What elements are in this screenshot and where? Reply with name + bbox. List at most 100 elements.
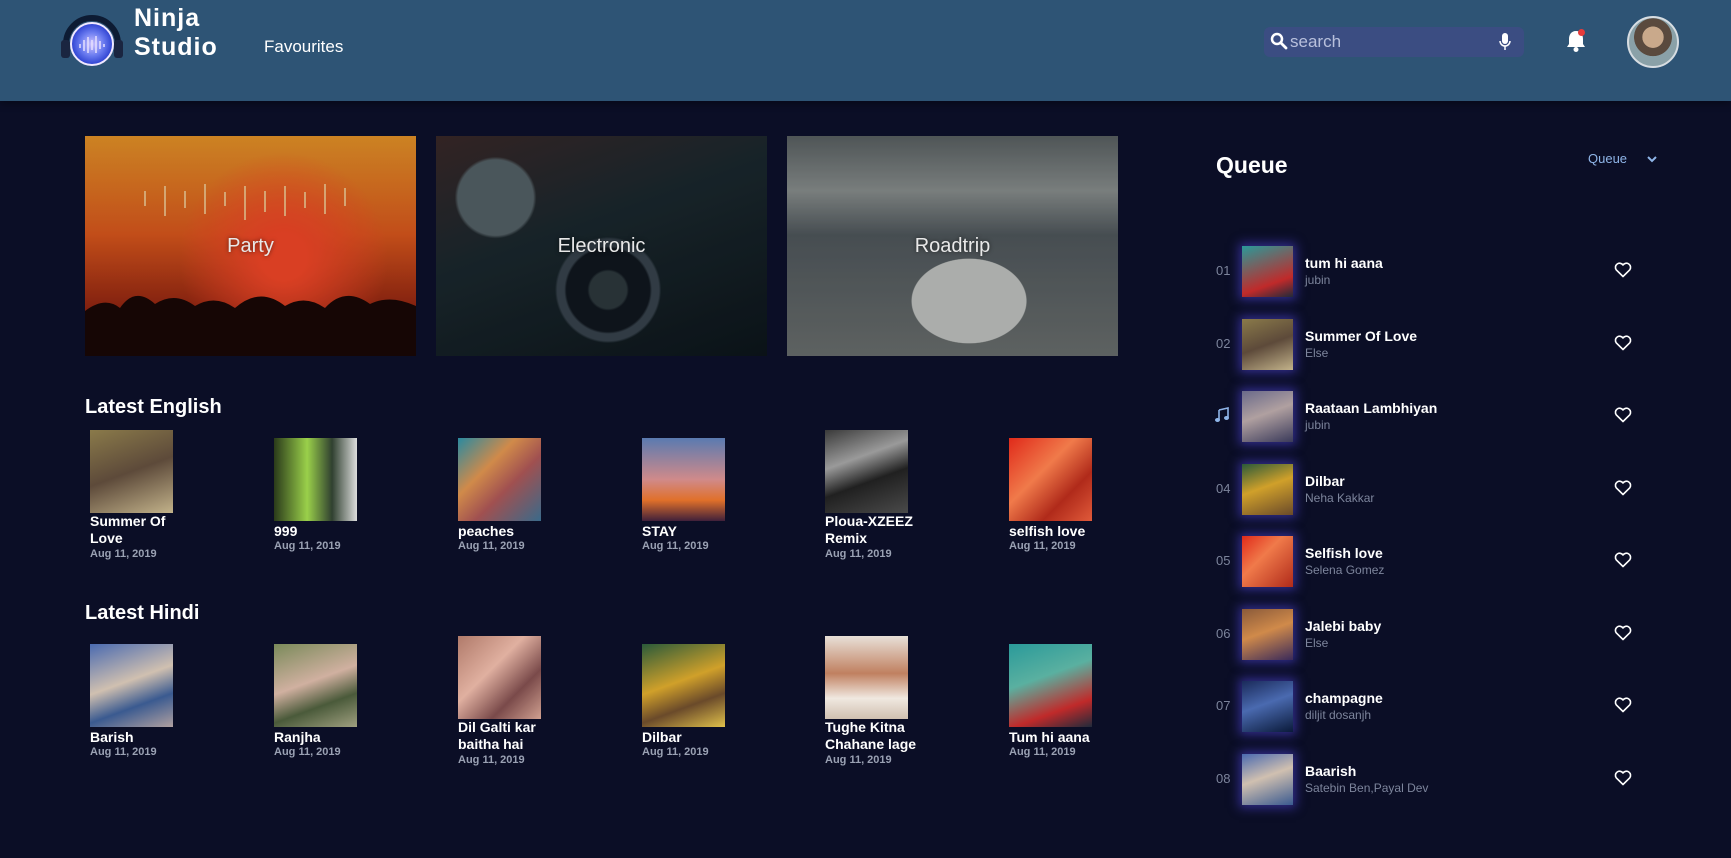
- queue-number: 08: [1216, 770, 1231, 786]
- music-note-icon: [1215, 407, 1229, 422]
- category-label: Party: [227, 234, 274, 257]
- search-icon: [1270, 32, 1288, 50]
- queue-song-title: Selfish love: [1305, 545, 1383, 561]
- heart-icon[interactable]: [1614, 552, 1632, 568]
- album-date: Aug 11, 2019: [90, 548, 157, 560]
- heart-icon[interactable]: [1614, 697, 1632, 713]
- queue-song-title: champagne: [1305, 690, 1383, 706]
- heart-icon[interactable]: [1614, 624, 1632, 641]
- album-title: 999: [274, 523, 298, 539]
- queue-song-title: tum hi aana: [1305, 255, 1383, 271]
- latest-english-heading: Latest English: [85, 396, 222, 418]
- album-title: Dilbar: [642, 729, 682, 745]
- heart-icon[interactable]: [1614, 407, 1632, 423]
- nav-favourites-link[interactable]: Favourites: [264, 37, 343, 57]
- queue-art: [1242, 608, 1293, 660]
- queue-row[interactable]: 06 Jalebi baby Else: [1214, 605, 1644, 665]
- album-art: [90, 644, 173, 727]
- album-art: [90, 430, 173, 513]
- brand-line-2: Studio: [134, 33, 218, 61]
- category-card-party[interactable]: Party: [85, 136, 416, 356]
- album-art: [274, 644, 357, 727]
- queue-art: [1242, 391, 1293, 442]
- queue-art: [1242, 463, 1293, 515]
- album-title: Dil Galti kar baitha hai: [458, 719, 536, 752]
- top-header: Ninja Studio Favourites: [0, 0, 1731, 101]
- album-art: [642, 644, 725, 727]
- user-avatar[interactable]: [1627, 16, 1679, 68]
- album-date: Aug 11, 2019: [1009, 540, 1076, 552]
- queue-artist: Satebin Ben,Payal Dev: [1305, 780, 1429, 795]
- queue-row[interactable]: 07 champagne diljit dosanjh: [1214, 677, 1644, 737]
- queue-artist: jubin: [1305, 273, 1331, 287]
- album-title: STAY: [642, 523, 678, 539]
- album-title: Barish: [90, 729, 134, 745]
- queue-artist: Else: [1305, 345, 1329, 360]
- queue-art: [1242, 246, 1293, 297]
- queue-number: 02: [1216, 335, 1231, 351]
- category-label: Roadtrip: [914, 234, 991, 257]
- latest-hindi-heading: Latest Hindi: [85, 602, 200, 624]
- album-date: Aug 11, 2019: [458, 540, 525, 552]
- search-input[interactable]: [1290, 29, 1490, 55]
- album-date: Aug 11, 2019: [642, 746, 709, 758]
- album-art: [458, 438, 541, 521]
- album-title: Ploua-XZEEZ Remix: [825, 513, 913, 546]
- queue-song-title: Jalebi baby: [1305, 617, 1382, 634]
- queue-number: 06: [1216, 625, 1231, 641]
- heart-icon[interactable]: [1614, 262, 1632, 278]
- album-date: Aug 11, 2019: [274, 540, 341, 552]
- queue-song-title: Dilbar: [1305, 472, 1345, 489]
- chevron-down-icon[interactable]: [1646, 153, 1658, 165]
- queue-art: [1242, 536, 1293, 587]
- queue-song-title: Raataan Lambhiyan: [1305, 400, 1438, 416]
- album-title: peaches: [458, 523, 515, 539]
- queue-dropdown[interactable]: Queue: [1588, 151, 1627, 166]
- queue-row[interactable]: 08 Baarish Satebin Ben,Payal Dev: [1214, 750, 1644, 810]
- category-card-electronic[interactable]: Electronic: [436, 136, 767, 356]
- category-card-roadtrip[interactable]: Roadtrip: [787, 136, 1118, 356]
- album-date: Aug 11, 2019: [825, 754, 892, 766]
- queue-heading: Queue: [1216, 152, 1288, 178]
- album-title: Tum hi aana: [1009, 729, 1090, 745]
- queue-artist: Neha Kakkar: [1305, 490, 1375, 505]
- queue-number: 05: [1216, 553, 1231, 568]
- heart-icon[interactable]: [1614, 479, 1632, 496]
- queue-art: [1242, 681, 1293, 732]
- brand-name[interactable]: Ninja Studio: [134, 4, 218, 62]
- queue-row[interactable]: 01 tum hi aana jubin: [1214, 242, 1644, 302]
- queue-row[interactable]: 05 Selfish love Selena Gomez: [1214, 532, 1644, 592]
- heart-icon[interactable]: [1614, 334, 1632, 351]
- search-bar: [1264, 27, 1524, 57]
- queue-row[interactable]: 04 Dilbar Neha Kakkar: [1214, 460, 1644, 520]
- heart-icon[interactable]: [1614, 769, 1632, 786]
- album-title: Ranjha: [274, 729, 321, 745]
- queue-art: [1242, 753, 1293, 805]
- headphones-logo-icon[interactable]: [58, 6, 126, 70]
- album-date: Aug 11, 2019: [642, 540, 709, 552]
- album-art: [1009, 438, 1092, 521]
- queue-artist: jubin: [1305, 418, 1331, 432]
- queue-number: 01: [1216, 263, 1231, 278]
- album-title: Summer Of Love: [90, 513, 166, 546]
- queue-artist: Selena Gomez: [1305, 563, 1385, 577]
- queue-artist: diljit dosanjh: [1305, 708, 1372, 722]
- album-date: Aug 11, 2019: [458, 754, 525, 766]
- album-title: Tughe Kitna Chahane lage: [825, 719, 917, 752]
- album-date: Aug 11, 2019: [90, 746, 157, 758]
- queue-row[interactable]: 02 Summer Of Love Else: [1214, 315, 1644, 375]
- queue-number: 04: [1216, 480, 1231, 496]
- queue-artist: Else: [1305, 635, 1329, 650]
- album-art: [642, 438, 725, 521]
- album-date: Aug 11, 2019: [825, 548, 892, 560]
- notification-dot: [1578, 29, 1585, 36]
- queue-song-title: Summer Of Love: [1305, 327, 1418, 344]
- album-art: [825, 636, 908, 719]
- album-art: [274, 438, 357, 521]
- album-art: [1009, 644, 1092, 727]
- queue-number: 07: [1216, 698, 1231, 713]
- microphone-icon[interactable]: [1498, 32, 1512, 52]
- queue-row[interactable]: Raataan Lambhiyan jubin: [1214, 387, 1644, 447]
- album-art: [458, 636, 541, 719]
- queue-song-title: Baarish: [1305, 762, 1357, 779]
